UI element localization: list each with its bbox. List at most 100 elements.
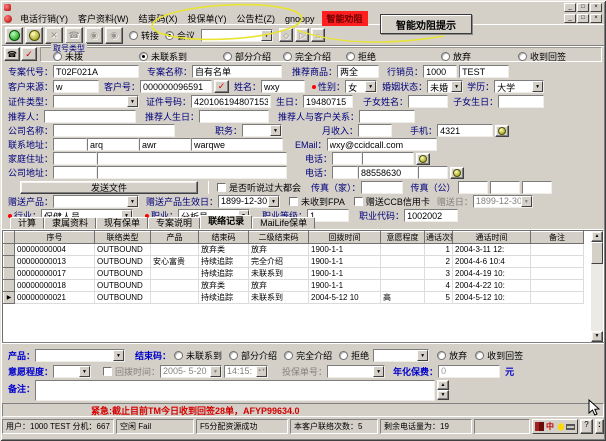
tab-calc[interactable]: 计算 (10, 217, 44, 229)
endcode-radio-full-intro[interactable]: 完全介绍 (284, 349, 332, 362)
fax-office2-input[interactable] (490, 181, 520, 194)
child-name-input[interactable] (408, 95, 448, 108)
company-input[interactable] (53, 124, 175, 137)
fpa-checkbox[interactable] (289, 197, 298, 206)
menu-policy[interactable]: 投保单(Y) (183, 12, 232, 25)
premium-input[interactable] (438, 365, 500, 378)
marital-combo[interactable]: 未婚▼ (427, 80, 463, 93)
spin-up-icon[interactable]: ▲ (437, 380, 449, 390)
gender-combo[interactable]: 女▼ (345, 80, 377, 93)
help-button[interactable]: ? (580, 419, 593, 434)
name-input[interactable] (261, 80, 305, 93)
tab-contact-records[interactable]: 联络记录 (200, 215, 252, 229)
chevron-down-icon[interactable]: ▼ (451, 81, 462, 92)
fax-office3-input[interactable] (522, 181, 552, 194)
chevron-down-icon[interactable]: ▼ (210, 366, 221, 377)
agent2-icon[interactable]: ◉ (105, 27, 123, 44)
tab-mailife-policies[interactable]: MaiLife保单 (252, 217, 315, 229)
spinner-icons[interactable]: ▲▼ (256, 366, 267, 377)
dial-home-icon[interactable] (416, 153, 430, 165)
minimize-icon[interactable]: _ (564, 3, 576, 12)
project-code-input[interactable] (53, 65, 139, 78)
fax-office1-input[interactable] (458, 181, 488, 194)
ime-keyboard-icon[interactable] (566, 424, 575, 430)
dial-phone-icon[interactable]: ☎ (4, 47, 20, 61)
source-input[interactable] (53, 80, 99, 93)
restore-icon[interactable]: □ (577, 3, 589, 12)
policy-no-combo[interactable]: ▼ (327, 365, 385, 378)
agent-id-input[interactable] (423, 65, 457, 78)
agent-icon[interactable]: ◉ (85, 27, 103, 44)
contact-addr2-input[interactable] (87, 138, 139, 151)
col-sub-end-code[interactable]: 二级结束码 (249, 232, 309, 244)
email-input[interactable] (327, 138, 437, 151)
reject-reason-combo[interactable]: ▼ (373, 349, 429, 362)
chevron-down-icon[interactable]: ▼ (79, 366, 90, 377)
chevron-down-icon[interactable]: ▼ (532, 81, 543, 92)
callback-date-combo[interactable]: 2005- 5-20▼ (160, 365, 222, 378)
scrollbar-thumb[interactable] (591, 242, 603, 264)
col-end-code[interactable]: 结束码 (199, 232, 249, 244)
chevron-down-icon[interactable]: ▼ (113, 350, 124, 361)
col-call-count[interactable]: 通话次数 (425, 232, 453, 244)
tool-home-icon[interactable]: ⌂ (311, 28, 325, 42)
ime-toolbar[interactable]: 中 (532, 419, 578, 434)
chevron-down-icon[interactable]: ▼ (127, 196, 138, 207)
col-willingness[interactable]: 意愿程度 (381, 232, 425, 244)
endcode-radio-signed-back[interactable]: 收到回签 (475, 349, 523, 362)
phone-office2-input[interactable] (358, 166, 418, 179)
tool-diamond-icon[interactable]: ◇ (279, 28, 293, 42)
child-birth-input[interactable] (498, 95, 544, 108)
table-row[interactable]: 00000000018OUTBOUND 放弃类放弃1900-1-1 42004-… (4, 280, 584, 292)
chevron-down-icon[interactable]: ▼ (417, 350, 428, 361)
heard-metlife-checkbox[interactable] (217, 183, 226, 192)
id-no-input[interactable] (191, 95, 271, 108)
phone-home1-input[interactable] (332, 152, 362, 165)
endcode-radio-not-reached[interactable]: 未联系到 (174, 349, 222, 362)
menu-gnoopy[interactable]: gnoopy (280, 14, 320, 24)
edu-combo[interactable]: 大学▼ (494, 80, 544, 93)
job-title-combo[interactable]: ▼ (242, 124, 282, 137)
confirm-check-icon[interactable]: ✓ (21, 47, 37, 61)
chevron-down-icon[interactable]: ▼ (270, 125, 281, 136)
referrer-birth-input[interactable] (199, 110, 269, 123)
vertical-scrollbar[interactable]: ▲ ▼ (591, 231, 603, 342)
tab-existing-policies[interactable]: 现有保单 (96, 217, 148, 229)
callback-checkbox[interactable] (103, 367, 112, 376)
home-addr1-input[interactable] (53, 152, 97, 165)
menu-end-code[interactable]: 结束码(X) (134, 12, 183, 25)
contact-addr1-input[interactable] (53, 138, 87, 151)
fax-home-input[interactable] (361, 181, 403, 194)
dial-office-icon[interactable] (450, 167, 464, 179)
phone-home2-input[interactable] (362, 152, 414, 165)
chevron-down-icon[interactable]: ▼ (268, 196, 279, 207)
menu-smart-dissuade-highlighted[interactable]: 智能劝阻 (322, 11, 368, 26)
hangup-icon[interactable]: ✕ (45, 27, 63, 44)
project-name-input[interactable] (192, 65, 282, 78)
more-button[interactable]: : (595, 419, 604, 434)
spin-down-icon[interactable]: ▼ (437, 390, 449, 400)
col-callback-time[interactable]: 回拨时间 (309, 232, 381, 244)
tool-play-icon[interactable]: ▷ (295, 28, 309, 42)
income-input[interactable] (358, 124, 392, 137)
menu-telemarketing[interactable]: 电话行销(Y) (15, 12, 73, 25)
remark-textarea[interactable] (35, 380, 435, 401)
contact-addr4-input[interactable] (191, 138, 283, 151)
col-remark[interactable]: 备注 (531, 232, 584, 244)
birth-input[interactable] (303, 95, 353, 108)
child-minimize-icon[interactable]: _ (564, 14, 576, 23)
home-addr2-input[interactable] (97, 152, 287, 165)
rec-product-input[interactable] (337, 65, 379, 78)
phone-office3-input[interactable] (418, 166, 448, 179)
table-row-selected[interactable]: ▶ 00000000021OUTBOUND 持续追踪未联系到2004-5-12 … (4, 292, 584, 304)
table-row[interactable]: 00000000017OUTBOUND 持续追踪未联系到1900-1-1 320… (4, 268, 584, 280)
ime-fullwidth-icon[interactable] (556, 423, 564, 431)
menu-customer-data[interactable]: 客户资料(W) (73, 12, 134, 25)
dial-mobile-icon[interactable] (495, 125, 509, 137)
col-product[interactable]: 产品 (151, 232, 199, 244)
scroll-up-icon[interactable]: ▲ (591, 231, 603, 242)
remark-spinner[interactable]: ▲ ▼ (437, 380, 449, 400)
company-addr2-input[interactable] (97, 166, 287, 179)
phone-office1-input[interactable] (332, 166, 358, 179)
chevron-down-icon[interactable]: ▼ (261, 30, 272, 41)
